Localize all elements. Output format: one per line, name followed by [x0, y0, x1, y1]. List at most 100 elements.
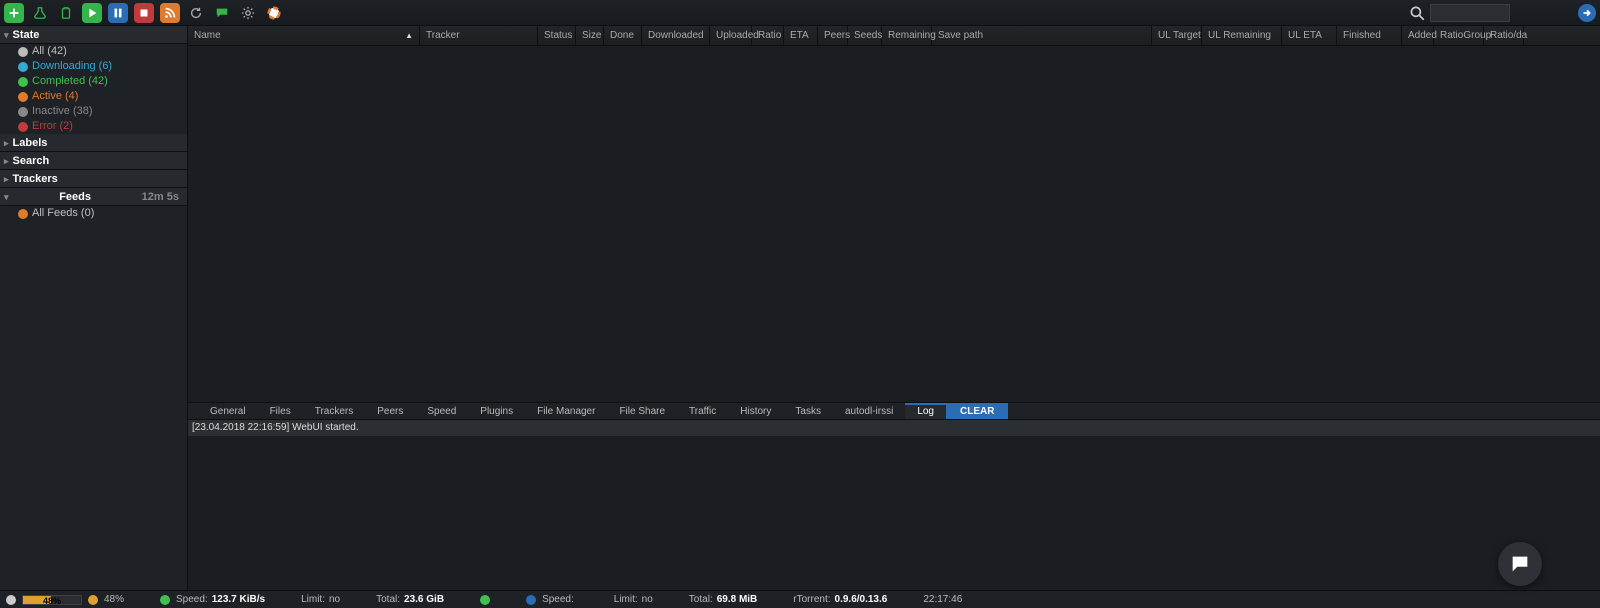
- detail-tab[interactable]: History: [728, 403, 783, 419]
- support-chat-button[interactable]: [1498, 542, 1542, 586]
- sidebar-item-label: Active (4): [32, 89, 78, 104]
- rtorrent-label: rTorrent:: [793, 594, 830, 605]
- add-torrent-button[interactable]: [4, 3, 24, 23]
- column-header[interactable]: UL Target: [1152, 26, 1202, 45]
- sidebar-item-label: All Feeds (0): [32, 206, 94, 221]
- column-label: Ratio/da: [1490, 30, 1527, 41]
- column-label: Ratio: [758, 30, 781, 41]
- rss-dot-icon: [18, 209, 28, 219]
- ul-total-value: 69.8 MiB: [717, 594, 758, 605]
- log-entry: [23.04.2018 22:16:59] WebUI started.: [188, 420, 1600, 436]
- column-header[interactable]: UL Remaining: [1202, 26, 1282, 45]
- column-header[interactable]: Remaining: [882, 26, 932, 45]
- rss-button[interactable]: [160, 3, 180, 23]
- status-dot-icon: [18, 77, 28, 87]
- column-label: Remaining: [888, 30, 936, 41]
- column-header[interactable]: RatioGroup: [1434, 26, 1484, 45]
- column-header[interactable]: Done: [604, 26, 642, 45]
- rtorrent-version: 0.9.6/0.13.6: [835, 594, 888, 605]
- detail-tab[interactable]: Peers: [365, 403, 415, 419]
- status-dot-icon: [18, 62, 28, 72]
- dl-limit-value[interactable]: no: [329, 594, 340, 605]
- column-label: Added: [1408, 30, 1437, 41]
- detail-tab[interactable]: File Share: [607, 403, 677, 419]
- column-label: Peers: [824, 30, 850, 41]
- dl-speed-value: 123.7 KiB/s: [212, 594, 265, 605]
- sidebar-section-trackers[interactable]: Trackers: [0, 170, 187, 188]
- sidebar-feeds-label: Feeds: [59, 188, 91, 206]
- column-label: Save path: [938, 30, 983, 41]
- column-header[interactable]: Name▲: [188, 26, 420, 45]
- top-search: [1408, 4, 1596, 22]
- clock: 22:17:46: [923, 594, 962, 605]
- detail-tab[interactable]: Log: [905, 403, 946, 419]
- sidebar-state-item[interactable]: Downloading (6): [0, 59, 187, 74]
- detail-tab[interactable]: File Manager: [525, 403, 607, 419]
- create-torrent-button[interactable]: [30, 3, 50, 23]
- search-input[interactable]: [1430, 4, 1510, 22]
- sidebar-state-item[interactable]: Completed (42): [0, 74, 187, 89]
- sidebar-state-item[interactable]: Error (2): [0, 119, 187, 134]
- column-header[interactable]: Size: [576, 26, 604, 45]
- pause-button[interactable]: [108, 3, 128, 23]
- column-label: Name: [194, 30, 221, 41]
- sidebar-item-label: Completed (42): [32, 74, 108, 89]
- ul-limit-value[interactable]: no: [642, 594, 653, 605]
- settings-button[interactable]: [238, 3, 258, 23]
- detail-tab[interactable]: Files: [258, 403, 303, 419]
- torrent-table-body: [188, 46, 1600, 402]
- dl-total-label: Total:: [376, 594, 400, 605]
- dl-total-value: 23.6 GiB: [404, 594, 444, 605]
- sidebar-section-state[interactable]: State: [0, 26, 187, 44]
- category-sidebar: State All (42)Downloading (6)Completed (…: [0, 26, 188, 590]
- chat-button[interactable]: [212, 3, 232, 23]
- sidebar-state-item[interactable]: Active (4): [0, 89, 187, 104]
- column-header[interactable]: Uploaded: [710, 26, 752, 45]
- column-label: UL Target: [1158, 30, 1201, 41]
- column-header[interactable]: Seeds: [848, 26, 882, 45]
- disk-usage-bar-1[interactable]: 48%: [22, 595, 82, 605]
- disk-icon: [88, 595, 98, 605]
- column-header[interactable]: Added: [1402, 26, 1434, 45]
- column-header[interactable]: Ratio/da: [1484, 26, 1524, 45]
- column-label: Status: [544, 30, 572, 41]
- stop-button[interactable]: [134, 3, 154, 23]
- torrent-table-header: Name▲Tracker Status Size Done DownloadedUplo…: [188, 26, 1600, 46]
- column-header[interactable]: Finished: [1337, 26, 1402, 45]
- column-header[interactable]: Downloaded: [642, 26, 710, 45]
- ul-limit-label: Limit:: [614, 594, 638, 605]
- sidebar-section-search[interactable]: Search: [0, 152, 187, 170]
- top-toolbar: [0, 0, 1600, 26]
- start-button[interactable]: [82, 3, 102, 23]
- detail-tab[interactable]: Speed: [415, 403, 468, 419]
- detail-tab[interactable]: Tasks: [783, 403, 833, 419]
- sidebar-feed-item[interactable]: All Feeds (0): [0, 206, 187, 221]
- detail-tab[interactable]: Traffic: [677, 403, 728, 419]
- sidebar-section-labels[interactable]: Labels: [0, 134, 187, 152]
- column-header[interactable]: Ratio: [752, 26, 784, 45]
- column-header[interactable]: Status: [538, 26, 576, 45]
- column-header[interactable]: ETA: [784, 26, 818, 45]
- column-label: Finished: [1343, 30, 1381, 41]
- sidebar-section-feeds[interactable]: Feeds 12m 5s: [0, 188, 187, 206]
- detail-tab[interactable]: Trackers: [303, 403, 366, 419]
- detail-tab[interactable]: General: [198, 403, 258, 419]
- clipboard-button[interactable]: [56, 3, 76, 23]
- clear-log-button[interactable]: CLEAR: [946, 403, 1008, 419]
- column-header[interactable]: UL ETA: [1282, 26, 1337, 45]
- refresh-button[interactable]: [186, 3, 206, 23]
- column-header[interactable]: Peers: [818, 26, 848, 45]
- sidebar-state-item[interactable]: All (42): [0, 44, 187, 59]
- column-label: Done: [610, 30, 634, 41]
- detail-tab[interactable]: autodl-irssi: [833, 403, 905, 419]
- sidebar-state-item[interactable]: Inactive (38): [0, 104, 187, 119]
- detail-tab[interactable]: Plugins: [468, 403, 525, 419]
- column-header[interactable]: Tracker: [420, 26, 538, 45]
- check-icon: [480, 595, 490, 605]
- status-dot-icon: [18, 92, 28, 102]
- column-header[interactable]: Save path: [932, 26, 1152, 45]
- help-button[interactable]: [264, 3, 284, 23]
- search-go-button[interactable]: [1578, 4, 1596, 22]
- sidebar-item-label: Inactive (38): [32, 104, 93, 119]
- column-label: Seeds: [854, 30, 882, 41]
